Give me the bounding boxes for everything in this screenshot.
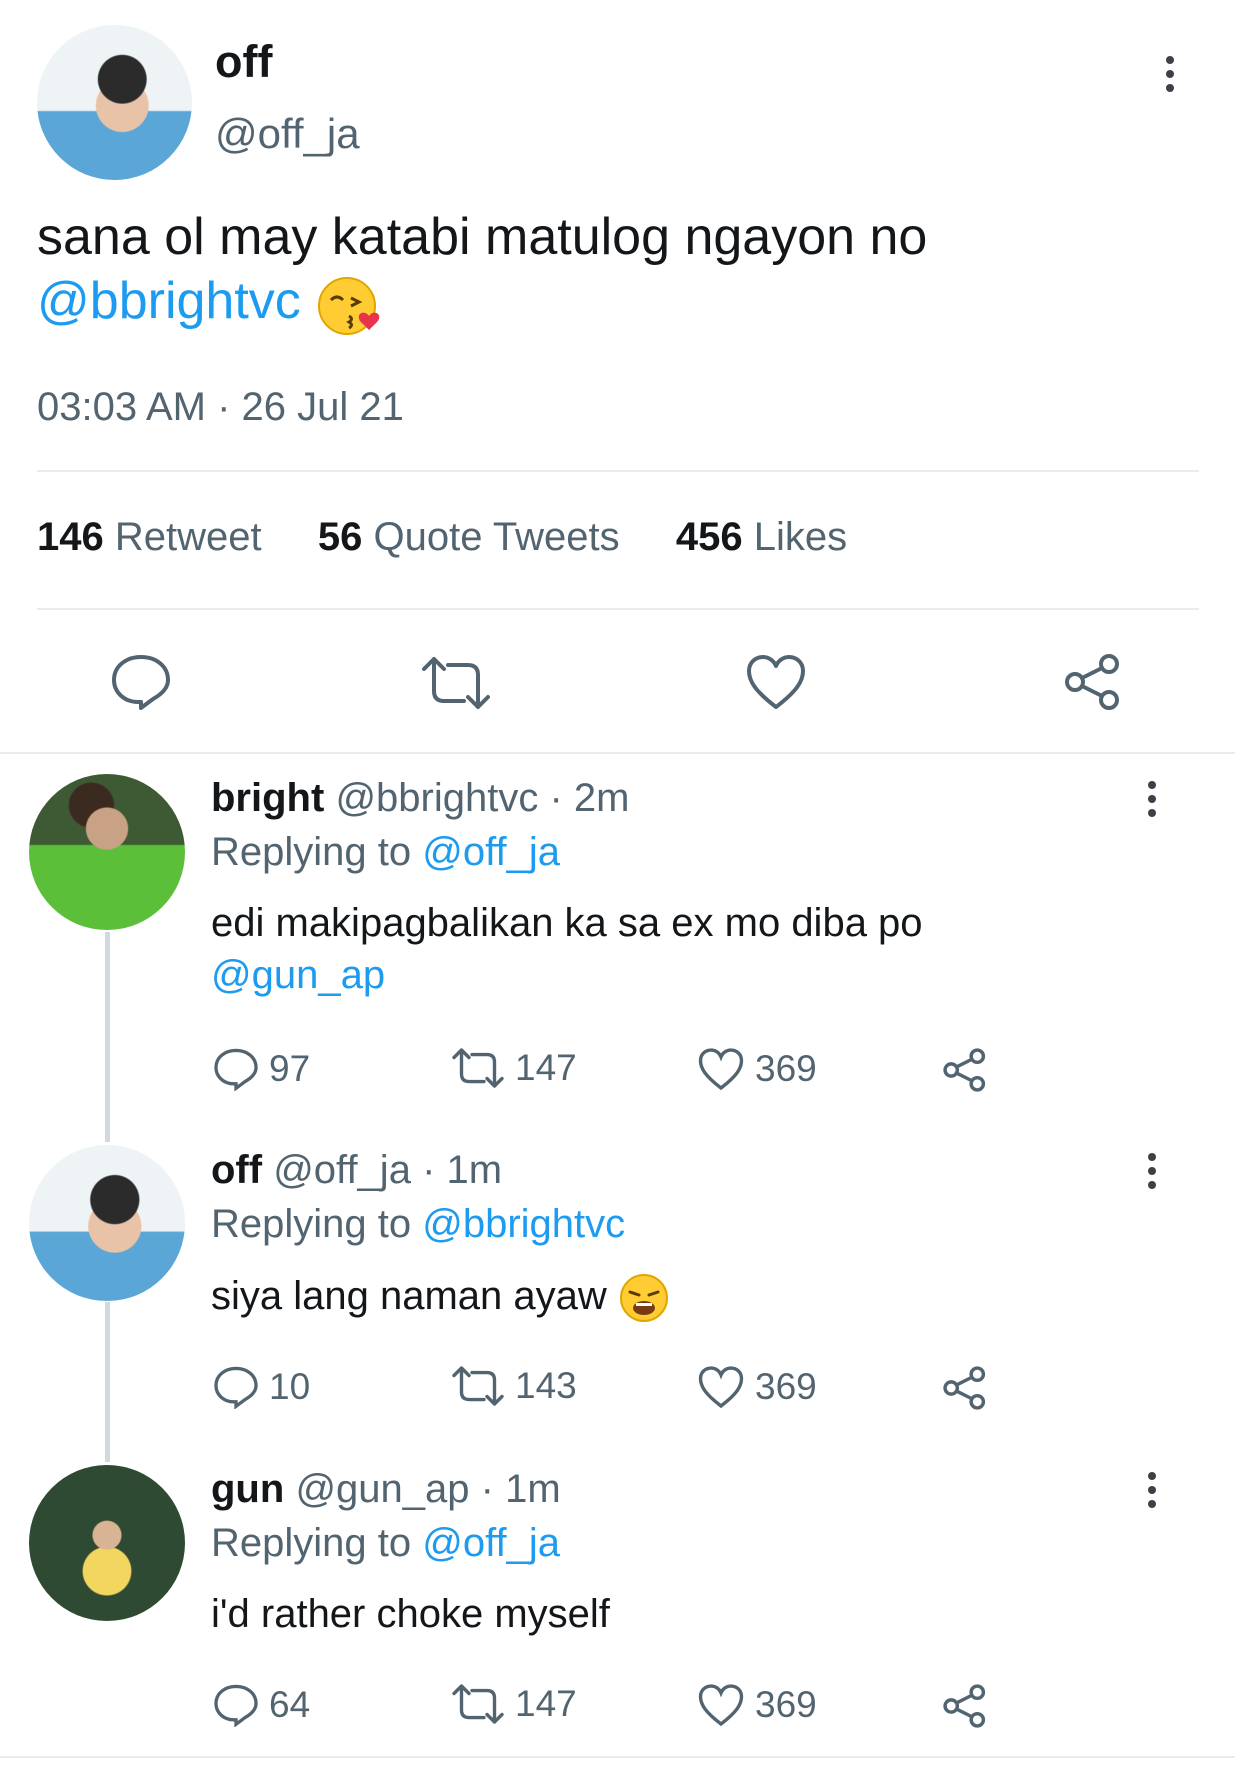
reply-count: 10: [269, 1366, 311, 1407]
thread-line: [105, 1302, 110, 1462]
author-name[interactable]: gun: [211, 1467, 284, 1511]
retweets-label: Retweet: [114, 515, 262, 559]
replying-label: Replying to: [211, 1202, 412, 1246]
quotes-count: 56: [317, 515, 363, 559]
avatar[interactable]: [29, 1145, 185, 1301]
mention-link[interactable]: @off_ja: [422, 830, 560, 874]
share-icon[interactable]: [942, 1047, 988, 1093]
avatar[interactable]: [29, 774, 185, 930]
more-options-icon[interactable]: [1148, 1472, 1158, 1514]
reply-count: 97: [269, 1048, 311, 1089]
likes-stat[interactable]: 456 Likes: [676, 515, 847, 559]
divider: [0, 1756, 1235, 1758]
mention-link[interactable]: @gun_ap: [211, 949, 1111, 1001]
reply-text: edi makipagbalikan ka sa ex mo diba po @…: [211, 897, 1111, 1001]
replying-to: Replying to @off_ja: [211, 830, 560, 875]
reply-time: · 1m: [480, 1467, 561, 1511]
replying-to: Replying to @bbrightvc: [211, 1202, 625, 1247]
reply-header: off @off_ja · 1m: [211, 1148, 502, 1193]
weary-face-emoji-icon: [619, 1274, 668, 1323]
mention-link[interactable]: @bbrightvc: [422, 1202, 625, 1246]
likes-count: 456: [675, 515, 743, 559]
reply-time: · 1m: [422, 1148, 503, 1192]
divider: [37, 608, 1199, 610]
mention-link[interactable]: @bbrightvc: [37, 272, 301, 330]
like-icon: [698, 1684, 744, 1727]
reply-header: bright @bbrightvc · 2m: [211, 776, 629, 821]
likes-label: Likes: [753, 515, 848, 559]
retweet-icon: [452, 1684, 504, 1724]
retweet-count: 143: [515, 1365, 577, 1406]
retweet-icon[interactable]: [420, 655, 492, 711]
like-action[interactable]: 369: [697, 1047, 817, 1091]
quotes-stat[interactable]: 56 Quote Tweets: [318, 515, 620, 559]
like-action[interactable]: 369: [697, 1365, 817, 1409]
more-options-icon[interactable]: [1148, 781, 1158, 823]
like-icon: [698, 1048, 744, 1091]
reply-icon: [214, 1684, 258, 1727]
reply-icon: [214, 1366, 258, 1409]
retweet-action[interactable]: 147: [451, 1047, 577, 1089]
reply-icon: [214, 1048, 258, 1091]
avatar[interactable]: [37, 25, 192, 180]
reply-header: gun @gun_ap · 1m: [211, 1467, 561, 1512]
reply-time: · 2m: [549, 776, 630, 820]
retweet-count: 147: [515, 1047, 577, 1088]
retweet-action[interactable]: 147: [451, 1683, 577, 1725]
reply-text: siya lang naman ayaw: [211, 1270, 670, 1324]
reply-action[interactable]: 10: [213, 1365, 310, 1409]
retweets-count: 146: [37, 515, 104, 559]
author-name[interactable]: off: [211, 1148, 262, 1192]
replying-label: Replying to: [211, 1521, 412, 1565]
like-count: 369: [755, 1366, 817, 1407]
like-count: 369: [755, 1048, 817, 1089]
reply-count: 64: [269, 1684, 311, 1725]
author-name[interactable]: bright: [211, 776, 324, 820]
tweet-stats: 146 Retweet 56 Quote Tweets 456 Likes: [37, 515, 847, 560]
share-icon[interactable]: [942, 1683, 988, 1729]
divider: [0, 752, 1235, 754]
retweet-icon: [452, 1048, 504, 1088]
kissing-face-emoji-icon: [318, 277, 380, 336]
reply-icon[interactable]: [110, 653, 172, 711]
author-handle[interactable]: @off_ja: [273, 1148, 411, 1192]
like-action[interactable]: 369: [697, 1683, 817, 1727]
reply-text-line: edi makipagbalikan ka sa ex mo diba po: [211, 901, 923, 945]
author-name[interactable]: off: [215, 36, 272, 88]
tweet-timestamp[interactable]: 03:03 AM · 26 Jul 21: [37, 385, 404, 430]
mention-link[interactable]: @off_ja: [422, 1521, 560, 1565]
retweet-icon: [452, 1366, 504, 1406]
like-count: 369: [755, 1684, 817, 1725]
author-handle[interactable]: @bbrightvc: [335, 776, 538, 820]
like-icon: [698, 1366, 744, 1409]
more-options-icon[interactable]: [1166, 56, 1176, 98]
author-handle[interactable]: @off_ja: [215, 110, 360, 158]
share-icon[interactable]: [1063, 652, 1123, 712]
quotes-label: Quote Tweets: [373, 515, 620, 559]
tweet-text-line: sana ol may katabi matulog ngayon no: [37, 208, 928, 266]
more-options-icon[interactable]: [1148, 1153, 1158, 1195]
replying-to: Replying to @off_ja: [211, 1521, 560, 1566]
replying-label: Replying to: [211, 830, 412, 874]
reply-text-line: siya lang naman ayaw: [211, 1274, 607, 1318]
divider: [37, 470, 1199, 472]
tweet-text: sana ol may katabi matulog ngayon no @bb…: [37, 205, 1187, 336]
reply-text: i'd rather choke myself: [211, 1592, 610, 1636]
share-icon[interactable]: [942, 1365, 988, 1411]
thread-line: [105, 932, 110, 1142]
reply-action[interactable]: 97: [213, 1047, 310, 1091]
reply-action[interactable]: 64: [213, 1683, 310, 1727]
retweet-count: 147: [515, 1683, 577, 1724]
author-handle[interactable]: @gun_ap: [295, 1467, 469, 1511]
avatar[interactable]: [29, 1465, 185, 1621]
retweets-stat[interactable]: 146 Retweet: [37, 515, 262, 559]
retweet-action[interactable]: 143: [451, 1365, 577, 1407]
like-icon[interactable]: [745, 653, 807, 711]
